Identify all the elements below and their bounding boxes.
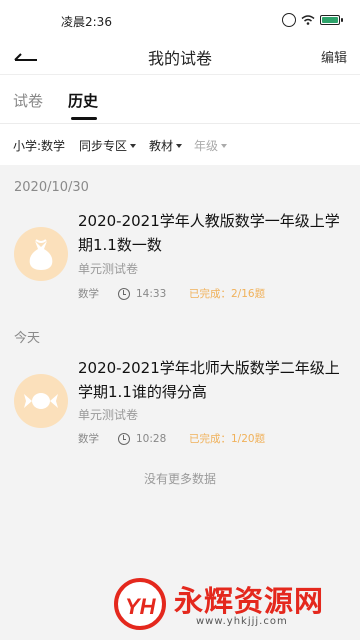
edit-button[interactable]: 编辑 [321,47,347,66]
candy-icon [14,374,68,428]
filter-subject[interactable]: 小学:数学 [13,137,65,154]
paper-type: 单元测试卷 [78,262,139,276]
paper-meta: 数学 14:33 已完成：2/16题 [78,286,265,301]
date-group-label: 2020/10/30 [14,180,89,195]
date-group-label: 今天 [14,331,41,346]
paper-title: 2020-2021学年北师大版数学二年级上学期1.1谁的得分高 [78,359,340,401]
paper-type: 单元测试卷 [78,408,139,422]
filter-grade-label: 年级 [194,139,219,153]
paper-subject: 数学 [78,288,99,300]
paper-title: 2020-2021学年人教版数学一年级上学期1.1数一数 [78,212,340,254]
clock-icon [118,287,130,300]
status-icons [282,13,343,27]
no-more-data-label: 没有更多数据 [143,472,216,486]
watermark-circle: YH [114,578,166,630]
status-time: 凌晨2:36 [61,15,112,29]
money-bag-icon [14,227,68,281]
watermark-text: 永辉资源网 [174,584,325,618]
tab-bar: 试卷 历史 [0,74,360,123]
filter-grade[interactable]: 年级 [194,137,228,154]
tab-history[interactable]: 历史 [68,90,98,111]
watermark-logo: YH 永辉资源网 www.yhkjjj.com [114,576,344,632]
caret-down-icon [176,143,183,148]
battery-icon [320,15,343,25]
alarm-icon [282,13,296,27]
paper-progress: 已完成：1/20题 [189,433,266,445]
paper-time: 14:33 [136,287,167,300]
caret-down-icon [130,143,137,148]
watermark-url: www.yhkjjj.com [196,616,288,627]
paper-meta: 数学 10:28 已完成：1/20题 [78,431,265,446]
filter-sync-zone-label: 同步专区 [79,139,128,153]
filter-bar: 小学:数学 同步专区 教材 年级 [0,123,360,165]
page-title: 我的试卷 [147,49,212,68]
status-bar: 凌晨2:36 [0,0,360,40]
nav-bar: 我的试卷 编辑 [0,40,360,74]
active-tab-indicator [71,117,97,120]
list-item[interactable]: 2020-2021学年北师大版数学二年级上学期1.1谁的得分高 单元测试卷 数学… [0,350,360,450]
filter-sync-zone[interactable]: 同步专区 [79,137,137,154]
paper-progress: 已完成：2/16题 [189,288,266,300]
clock-icon [118,432,130,445]
caret-down-icon [221,143,228,148]
watermark-logo-text: YH [125,594,156,619]
filter-subject-label: 小学:数学 [13,139,66,153]
paper-subject: 数学 [78,433,99,445]
tab-papers[interactable]: 试卷 [13,90,43,111]
filter-textbook[interactable]: 教材 [149,137,183,154]
list-item[interactable]: 2020-2021学年人教版数学一年级上学期1.1数一数 单元测试卷 数学 14… [0,206,360,306]
wifi-icon [301,15,315,25]
paper-time: 10:28 [136,432,167,445]
filter-textbook-label: 教材 [149,139,174,153]
